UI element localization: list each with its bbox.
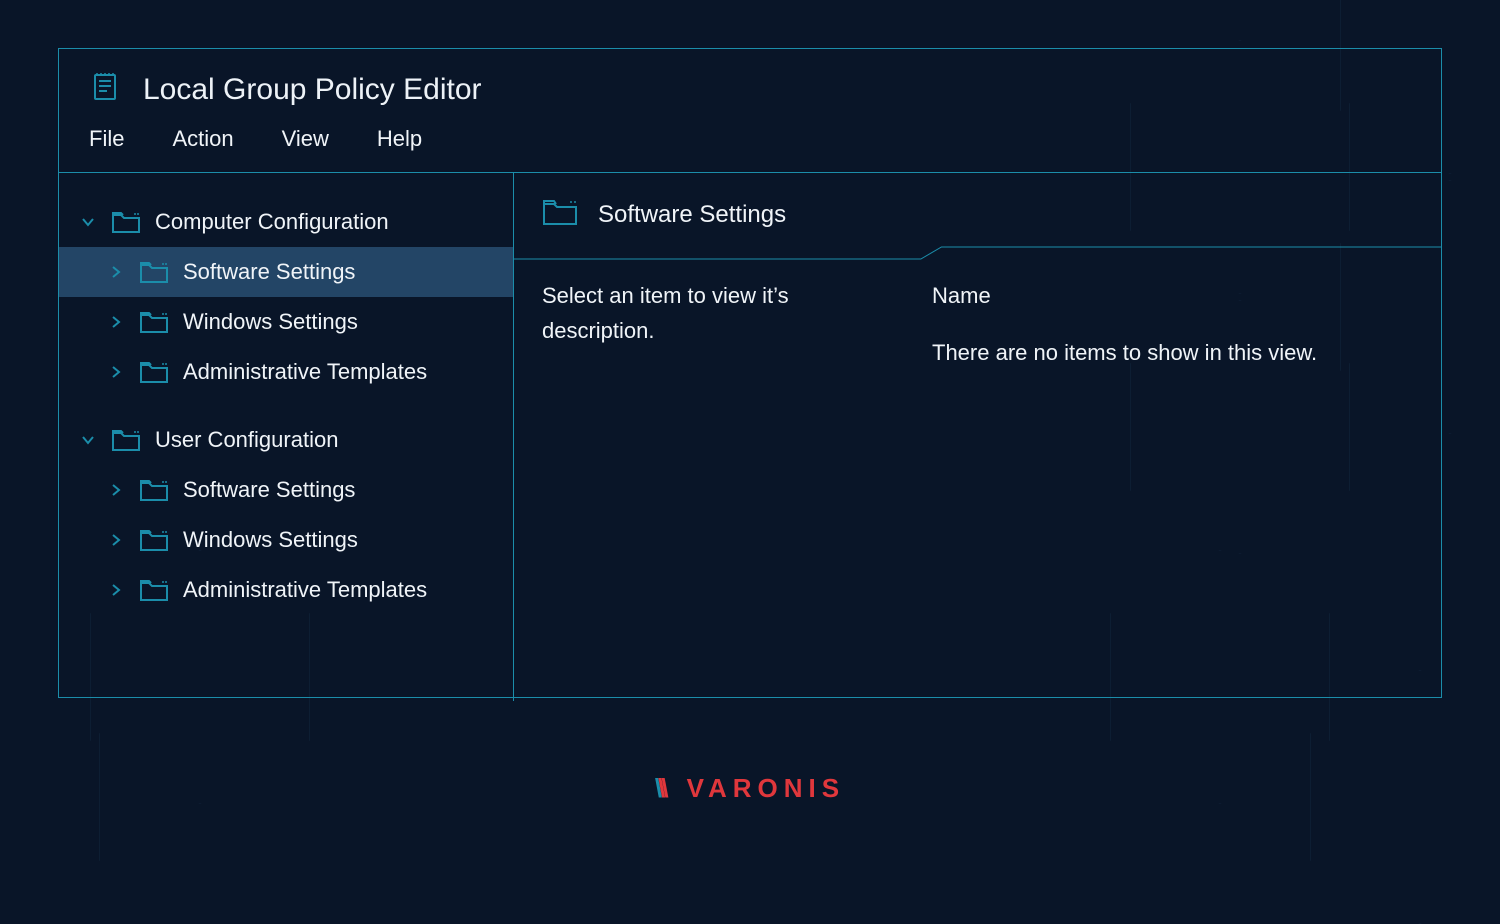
folder-icon: [111, 209, 141, 235]
folder-icon: [139, 527, 169, 553]
menu-view[interactable]: View: [282, 126, 329, 152]
title-bar: Local Group Policy Editor: [59, 49, 1441, 120]
tree-node-admin-templates-computer[interactable]: Administrative Templates: [59, 347, 513, 397]
folder-icon: [111, 427, 141, 453]
panel-title: Software Settings: [598, 201, 786, 229]
empty-list-message: There are no items to show in this view.: [932, 335, 1413, 370]
menu-action[interactable]: Action: [172, 126, 233, 152]
chevron-down-icon: [79, 215, 97, 229]
folder-icon: [139, 259, 169, 285]
window-body: Computer Configuration Software Settings: [59, 173, 1441, 701]
chevron-right-icon: [107, 483, 125, 497]
tree-node-windows-settings-user[interactable]: Windows Settings: [59, 515, 513, 565]
menu-bar: File Action View Help: [59, 120, 1441, 173]
tree-node-computer-configuration[interactable]: Computer Configuration: [59, 197, 513, 247]
tree-node-label: Software Settings: [183, 477, 355, 503]
panel-body: Select an item to view it’s description.…: [542, 278, 1413, 370]
description-text: Select an item to view it’s description.: [542, 278, 892, 348]
menu-file[interactable]: File: [89, 126, 124, 152]
folder-icon: [139, 359, 169, 385]
panel-header: Software Settings: [542, 197, 1413, 252]
application-window: Local Group Policy Editor File Action Vi…: [58, 48, 1442, 698]
tree-node-windows-settings-computer[interactable]: Windows Settings: [59, 297, 513, 347]
tree-node-label: Administrative Templates: [183, 359, 427, 385]
folder-icon: [139, 477, 169, 503]
tree-node-label: Administrative Templates: [183, 577, 427, 603]
tree-panel: Computer Configuration Software Settings: [59, 173, 514, 701]
tree-node-admin-templates-user[interactable]: Administrative Templates: [59, 565, 513, 615]
chevron-right-icon: [107, 365, 125, 379]
folder-icon: [139, 577, 169, 603]
brand-icon: \\\: [655, 773, 675, 804]
app-title: Local Group Policy Editor: [143, 73, 482, 107]
app-icon: [89, 71, 121, 108]
chevron-right-icon: [107, 533, 125, 547]
chevron-right-icon: [107, 265, 125, 279]
tree-node-user-configuration[interactable]: User Configuration: [59, 415, 513, 465]
tree-node-software-settings-user[interactable]: Software Settings: [59, 465, 513, 515]
chevron-right-icon: [107, 315, 125, 329]
tree-node-label: User Configuration: [155, 427, 338, 453]
folder-icon: [139, 309, 169, 335]
panel-divider: [514, 245, 1441, 246]
description-column: Select an item to view it’s description.: [542, 278, 892, 370]
list-column: Name There are no items to show in this …: [932, 278, 1413, 370]
brand-logo: \\\ VARONIS: [655, 773, 845, 804]
chevron-right-icon: [107, 583, 125, 597]
tree-node-software-settings-computer[interactable]: Software Settings: [59, 247, 513, 297]
chevron-down-icon: [79, 433, 97, 447]
column-header-name: Name: [932, 278, 1413, 313]
menu-help[interactable]: Help: [377, 126, 422, 152]
folder-icon: [542, 197, 578, 232]
tree-node-label: Windows Settings: [183, 309, 358, 335]
content-panel: Software Settings Select an item to view…: [514, 173, 1441, 701]
tree-node-label: Software Settings: [183, 259, 355, 285]
brand-name: VARONIS: [687, 773, 846, 804]
tree-node-label: Computer Configuration: [155, 209, 389, 235]
tree-node-label: Windows Settings: [183, 527, 358, 553]
